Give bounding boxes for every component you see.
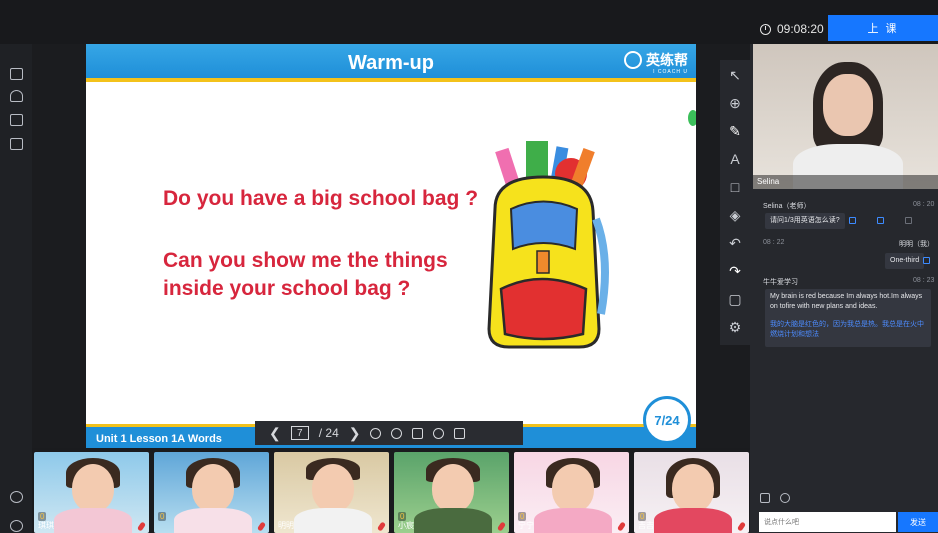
student-name: 琪琪 xyxy=(38,521,54,530)
zoom-out-icon[interactable] xyxy=(391,427,403,439)
undo-icon[interactable]: ↶ xyxy=(728,236,742,250)
student-body xyxy=(414,508,492,533)
class-timer: 09:08:20 xyxy=(760,22,824,36)
start-class-button[interactable]: 上 课 xyxy=(828,15,938,41)
student-name: 明明 xyxy=(278,521,294,530)
student-body xyxy=(534,508,612,533)
slide-title: Warm-up xyxy=(348,52,434,74)
eraser-icon[interactable]: ◈ xyxy=(728,208,742,222)
student-face xyxy=(192,464,234,512)
chat-sender: Selina（老师） xyxy=(763,203,811,210)
student-body xyxy=(54,508,132,533)
page-total: / 24 xyxy=(318,426,339,440)
next-page-icon[interactable]: ❯ xyxy=(349,425,361,442)
student-body xyxy=(654,508,732,533)
student-tile[interactable]: 0 吉吉 xyxy=(634,452,749,533)
teacher-face xyxy=(823,74,873,136)
laser-pointer-icon[interactable]: ⊕ xyxy=(728,96,742,110)
chat-tools xyxy=(760,493,790,503)
cursor-icon[interactable]: ↖ xyxy=(728,68,742,82)
student-face xyxy=(432,464,474,512)
question-1: Do you have a big school bag ? xyxy=(163,187,479,210)
student-face xyxy=(72,464,114,512)
student-tile[interactable]: 0 xyxy=(154,452,269,533)
brand-subtitle: I COACH U xyxy=(653,69,688,75)
pointer-marker xyxy=(688,110,696,126)
unit-label: Unit 1 Lesson 1A Words xyxy=(96,433,222,445)
chat-message: One-third xyxy=(885,253,925,269)
student-tile[interactable]: 0 宁宁 xyxy=(514,452,629,533)
send-button[interactable]: 发送 xyxy=(898,512,938,532)
teacher-name: Selina xyxy=(753,175,938,189)
prev-page-icon[interactable]: ❮ xyxy=(269,425,281,442)
student-body xyxy=(294,508,372,533)
chat-message-text: My brain is red because Im always hot.Im… xyxy=(770,293,923,310)
brand-mark-icon xyxy=(624,51,642,69)
chat-input[interactable] xyxy=(759,512,896,532)
user-manage-icon[interactable] xyxy=(10,90,23,102)
student-body xyxy=(174,508,252,533)
copy-icon[interactable] xyxy=(923,257,930,264)
drawing-toolbar: ↖ ⊕ ✎ A □ ◈ ↶ ↷ ▢ ⚙ xyxy=(720,60,750,345)
courseware-slide: Warm-up 英练帮 I COACH U Do you have a big … xyxy=(86,44,696,448)
student-face xyxy=(672,464,714,512)
student-name: 宁宁 xyxy=(518,521,534,530)
zoom-in-icon[interactable] xyxy=(370,427,382,439)
student-face xyxy=(552,464,594,512)
left-rail xyxy=(0,44,32,533)
brand-logo: 英练帮 xyxy=(624,50,688,70)
chat-translation: 我的大脑是红色的，因为我总是热。我总是在火中燃烧计划和想法 xyxy=(770,321,924,338)
chat-time: 08 : 20 xyxy=(913,201,935,208)
chat-sender: 明明（我） xyxy=(899,241,934,248)
clock-icon xyxy=(760,23,771,35)
more-icon[interactable] xyxy=(905,217,912,224)
chat-time: 08 : 23 xyxy=(913,277,935,284)
teacher-video[interactable]: Selina xyxy=(753,44,938,189)
copy-icon[interactable] xyxy=(849,217,856,224)
slide-pager: ❮ 7 / 24 ❯ xyxy=(255,421,523,445)
text-tool-icon[interactable]: A xyxy=(728,152,742,166)
rectangle-icon[interactable]: □ xyxy=(728,180,742,194)
chat-sender: 牛牛爱学习 xyxy=(763,279,798,286)
volume-icon[interactable] xyxy=(433,427,445,439)
info-icon[interactable] xyxy=(10,520,23,532)
redo-icon[interactable]: ↷ xyxy=(728,264,742,278)
student-tile[interactable]: 0 小宸 xyxy=(394,452,509,533)
chat-message: 请问1/3用英语怎么读? xyxy=(765,213,845,229)
chat-panel: Selina（老师） 08 : 20 请问1/3用英语怎么读? 08 : 22 … xyxy=(753,195,938,485)
question-2: Can you show me the things inside your s… xyxy=(163,249,448,300)
classroom-app: 09:08:20 上 课 Warm-up 英练帮 I COACH U Do yo… xyxy=(0,0,938,533)
timer-value: 09:08:20 xyxy=(777,22,824,36)
fullscreen-icon[interactable] xyxy=(412,427,424,439)
chat-time: 08 : 22 xyxy=(763,239,785,246)
student-name: 吉吉 xyxy=(638,521,654,530)
trophy-icon: 0 xyxy=(158,512,167,521)
student-tile[interactable]: 明明 xyxy=(274,452,389,533)
slide-page-badge: 7/24 xyxy=(643,396,691,444)
notes-icon[interactable] xyxy=(454,427,466,439)
pen-icon[interactable]: ✎ xyxy=(728,124,742,138)
settings-icon[interactable] xyxy=(10,491,23,503)
emoji-icon[interactable] xyxy=(780,493,790,503)
school-bag-illustration xyxy=(487,141,609,349)
folder-icon[interactable] xyxy=(10,68,23,80)
tool-settings-icon[interactable]: ⚙ xyxy=(728,320,742,334)
image-upload-icon[interactable] xyxy=(760,493,770,503)
top-bar: 09:08:20 上 课 xyxy=(0,0,938,44)
student-face xyxy=(312,464,354,512)
chat-message: My brain is red because Im always hot.Im… xyxy=(765,289,931,347)
translate-icon[interactable] xyxy=(877,217,884,224)
toolbox-icon[interactable] xyxy=(10,138,23,150)
student-name: 小宸 xyxy=(398,521,414,530)
brand-name: 英练帮 xyxy=(646,52,688,68)
page-number-input[interactable]: 7 xyxy=(290,426,309,440)
screen-share-icon[interactable] xyxy=(10,114,23,126)
student-tile[interactable]: 0 琪琪 xyxy=(34,452,149,533)
trash-icon[interactable]: ▢ xyxy=(728,292,742,306)
slide-header: Warm-up 英练帮 I COACH U xyxy=(86,44,696,82)
